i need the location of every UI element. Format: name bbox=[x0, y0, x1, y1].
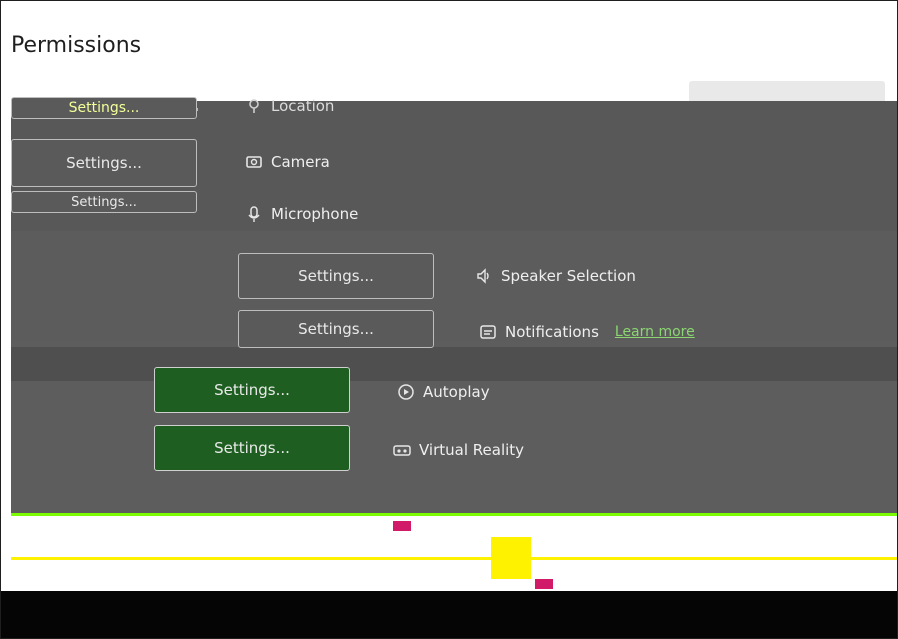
settings-button-virtual-reality[interactable]: Settings... bbox=[154, 425, 350, 471]
divider-strip bbox=[11, 513, 897, 516]
top-right-button[interactable] bbox=[689, 81, 885, 103]
permission-camera: Camera bbox=[245, 153, 330, 171]
yellow-block bbox=[491, 537, 531, 579]
permission-virtual-reality: Virtual Reality bbox=[393, 441, 524, 459]
location-icon bbox=[249, 99, 259, 113]
pink-marker-2 bbox=[535, 579, 553, 589]
settings-button-location[interactable]: Settings... bbox=[11, 97, 197, 119]
pink-marker-1 bbox=[393, 521, 411, 531]
autoplay-icon bbox=[398, 384, 414, 400]
camera-icon bbox=[246, 156, 262, 168]
settings-button-autoplay[interactable]: Settings... bbox=[154, 367, 350, 413]
notifications-icon bbox=[480, 325, 496, 339]
settings-button-camera[interactable]: Settings... bbox=[11, 139, 197, 187]
permission-autoplay: Autoplay bbox=[397, 383, 490, 401]
page-title: Permissions bbox=[11, 33, 142, 58]
virtual-reality-icon bbox=[393, 445, 411, 456]
divider-yellow bbox=[11, 557, 897, 560]
lower-header-band bbox=[11, 347, 897, 381]
permissions-dialog: Permissions Settings... Settings... Sett… bbox=[0, 0, 898, 639]
settings-button-speaker[interactable]: Settings... bbox=[238, 253, 434, 299]
settings-button-notifications[interactable]: Settings... bbox=[238, 310, 434, 348]
footer-band bbox=[1, 591, 897, 638]
learn-more-link[interactable]: Learn more bbox=[615, 324, 695, 340]
permission-location: Location bbox=[245, 97, 334, 115]
speaker-icon bbox=[477, 268, 489, 284]
microphone-icon bbox=[248, 206, 260, 222]
permission-microphone: Microphone bbox=[245, 205, 358, 223]
middle-panel bbox=[11, 231, 897, 341]
permission-speaker-selection: Speaker Selection bbox=[475, 267, 636, 285]
settings-button-microphone[interactable]: Settings... bbox=[11, 191, 197, 213]
permission-notifications: Notifications Learn more bbox=[479, 323, 695, 341]
